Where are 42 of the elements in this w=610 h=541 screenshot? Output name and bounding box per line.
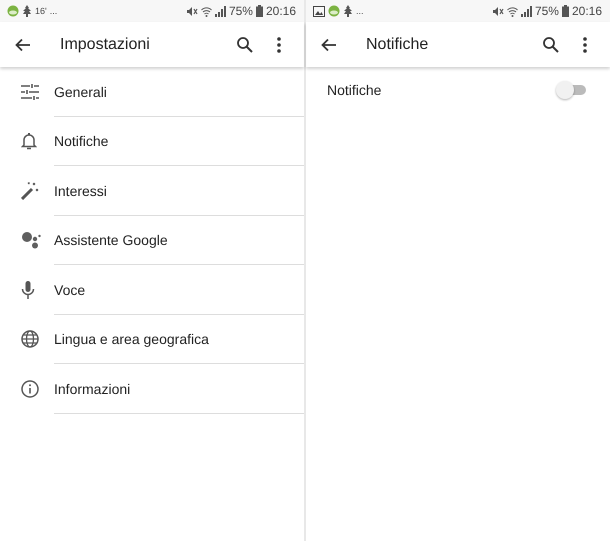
app-icon (343, 5, 353, 17)
screen-title: Notifiche (366, 36, 430, 54)
settings-item[interactable]: Informazioni (0, 364, 304, 414)
app-icon (328, 5, 340, 17)
app-icon (22, 5, 32, 17)
battery-percentage: 75% (228, 4, 253, 18)
signal-icon (214, 6, 226, 16)
assistant-icon (21, 231, 41, 250)
settings-item[interactable]: Interessi (0, 166, 304, 216)
image-icon (313, 6, 325, 16)
mute-icon (492, 6, 504, 16)
wifi-icon (506, 6, 518, 16)
magic-wand-icon (21, 182, 39, 200)
microphone-icon (21, 280, 35, 299)
battery-percentage: 75% (534, 4, 559, 18)
sliders-icon (21, 84, 39, 100)
wifi-icon (200, 6, 212, 16)
clock: 20:16 (266, 4, 296, 18)
setting-label: Notifiche (327, 82, 382, 98)
search-icon (236, 36, 254, 54)
app-icon (7, 5, 19, 17)
settings-item[interactable]: Lingua e area geografica (0, 314, 304, 364)
clock: 20:16 (572, 4, 602, 18)
more-options-icon (582, 36, 588, 54)
battery-icon (256, 5, 263, 17)
status-text: ... (50, 6, 58, 16)
more-options-icon (276, 36, 282, 54)
screen-title: Impostazioni (60, 36, 151, 54)
toggle-switch[interactable] (556, 81, 586, 99)
info-icon (21, 380, 39, 398)
bell-icon (21, 132, 37, 150)
settings-item[interactable]: Notifiche (0, 116, 304, 166)
settings-item[interactable]: Assistente Google (0, 216, 304, 265)
search-icon (542, 36, 560, 54)
settings-item[interactable]: Voce (0, 265, 304, 314)
mute-icon (186, 6, 198, 16)
settings-item[interactable]: Generali (0, 67, 304, 116)
signal-icon (520, 6, 532, 16)
status-text: ... (356, 6, 364, 16)
status-text: 16' (35, 6, 47, 16)
globe-icon (21, 330, 39, 348)
battery-icon (562, 5, 569, 17)
